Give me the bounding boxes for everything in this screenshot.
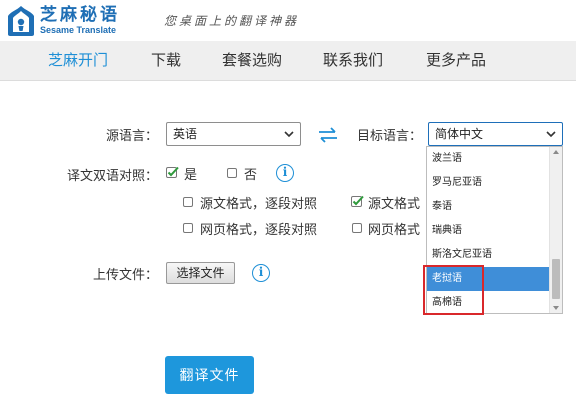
target-language-value: 简体中文 bbox=[435, 127, 484, 141]
dropdown-item-romanian[interactable]: 罗马尼亚语 bbox=[427, 171, 549, 195]
option-web-paragraph-label: 网页格式，逐段对照 bbox=[200, 222, 318, 237]
header: 芝麻秘语 Sesame Translate 您桌面上的翻译神器 bbox=[0, 0, 576, 41]
logo[interactable]: 芝麻秘语 Sesame Translate bbox=[6, 4, 120, 38]
source-language-select[interactable]: 英语 bbox=[166, 122, 301, 146]
nav-item-contact[interactable]: 联系我们 bbox=[321, 41, 385, 81]
target-language-label: 目标语言： bbox=[356, 128, 422, 143]
option-web-format-checkbox[interactable] bbox=[352, 223, 362, 233]
chevron-down-icon bbox=[546, 131, 556, 138]
nav-item-plans[interactable]: 套餐选购 bbox=[218, 41, 286, 81]
translate-file-button[interactable]: 翻译文件 bbox=[165, 356, 254, 394]
main-nav: 芝麻开门 下载 套餐选购 联系我们 更多产品 bbox=[0, 41, 576, 81]
choose-file-button[interactable]: 选择文件 bbox=[166, 262, 235, 284]
option-source-paragraph-checkbox[interactable] bbox=[183, 197, 193, 207]
yes-checkbox[interactable] bbox=[166, 166, 179, 178]
dropdown-item-slovenian[interactable]: 斯洛文尼亚语 bbox=[427, 243, 549, 267]
source-language-value: 英语 bbox=[173, 127, 198, 141]
swap-languages-icon[interactable] bbox=[318, 127, 338, 143]
no-label: 否 bbox=[244, 167, 258, 182]
option-web-paragraph-checkbox[interactable] bbox=[183, 223, 193, 233]
target-language-select[interactable]: 简体中文 bbox=[428, 122, 563, 146]
bilingual-label: 译文双语对照： bbox=[66, 168, 158, 183]
slogan: 您桌面上的翻译神器 bbox=[164, 14, 300, 28]
sesame-logo-icon bbox=[8, 6, 34, 36]
dropdown-scrollbar[interactable] bbox=[549, 147, 562, 313]
brand-name-en: Sesame Translate bbox=[40, 25, 117, 35]
upload-label: 上传文件： bbox=[92, 267, 158, 282]
dropdown-item-swedish[interactable]: 瑞典语 bbox=[427, 219, 549, 243]
nav-item-more-products[interactable]: 更多产品 bbox=[422, 41, 490, 81]
chevron-down-icon bbox=[284, 131, 294, 138]
dropdown-item-thai[interactable]: 泰语 bbox=[427, 195, 549, 219]
option-source-paragraph-label: 源文格式，逐段对照 bbox=[200, 196, 318, 211]
nav-item-download[interactable]: 下载 bbox=[146, 41, 186, 81]
scrollbar-thumb[interactable] bbox=[552, 259, 560, 299]
option-source-format-checkbox[interactable] bbox=[351, 195, 364, 207]
dropdown-item-polish[interactable]: 波兰语 bbox=[427, 147, 549, 171]
option-web-format-label: 网页格式 bbox=[368, 222, 421, 237]
brand-name-cn: 芝麻秘语 bbox=[40, 5, 120, 25]
yes-label: 是 bbox=[184, 167, 198, 182]
no-checkbox[interactable] bbox=[227, 168, 237, 178]
info-icon[interactable]: i bbox=[276, 164, 294, 182]
scroll-up-arrow-icon[interactable] bbox=[553, 150, 559, 154]
scroll-down-arrow-icon[interactable] bbox=[553, 306, 559, 310]
red-highlight-box bbox=[423, 265, 484, 315]
info-icon[interactable]: i bbox=[252, 264, 270, 282]
nav-item-home[interactable]: 芝麻开门 bbox=[44, 41, 112, 81]
source-language-label: 源语言： bbox=[105, 128, 158, 143]
option-source-format-label: 源文格式 bbox=[368, 196, 421, 211]
